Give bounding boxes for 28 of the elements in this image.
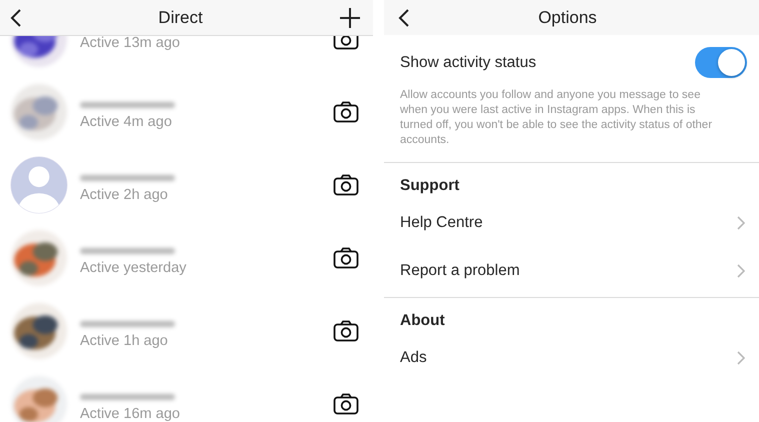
camera-icon[interactable]	[333, 174, 359, 196]
setting-description: Allow accounts you follow and anyone you message to see when you were last active in Instagram apps. When this is turned off, you won't be able to see the activity status of other accounts.	[384, 88, 759, 163]
camera-icon[interactable]	[333, 320, 359, 342]
activity-status: Active 4m ago	[80, 114, 173, 130]
plus-icon[interactable]	[339, 6, 361, 28]
camera-icon[interactable]	[333, 100, 359, 122]
section-heading: About	[400, 312, 445, 329]
activity-status: Active yesterday	[80, 260, 188, 276]
chevron-icon	[737, 264, 745, 278]
activity-status: Active 2h ago	[80, 186, 169, 202]
avatar-icon	[10, 156, 68, 214]
chevron-icon	[737, 216, 745, 230]
screen-title: Direct	[158, 8, 203, 28]
camera-icon[interactable]	[333, 392, 359, 414]
toggle-switch[interactable]	[695, 47, 747, 78]
menu-item[interactable]: Help Centre	[384, 199, 759, 247]
chevron-icon	[737, 351, 745, 365]
camera-icon[interactable]	[333, 246, 359, 268]
menu-item[interactable]: Ads	[384, 334, 759, 382]
section-heading: Support	[400, 177, 460, 194]
menu-item[interactable]: Report a problem	[384, 247, 759, 295]
back-icon[interactable]	[10, 8, 22, 28]
screen-title: Options	[538, 8, 597, 28]
back-icon[interactable]	[398, 8, 410, 28]
activity-status: Active 13m ago	[80, 36, 181, 50]
activity-status: Active 16m ago	[80, 406, 181, 422]
activity-status: Active 1h ago	[80, 332, 169, 348]
setting-label: Show activity status	[400, 54, 536, 72]
